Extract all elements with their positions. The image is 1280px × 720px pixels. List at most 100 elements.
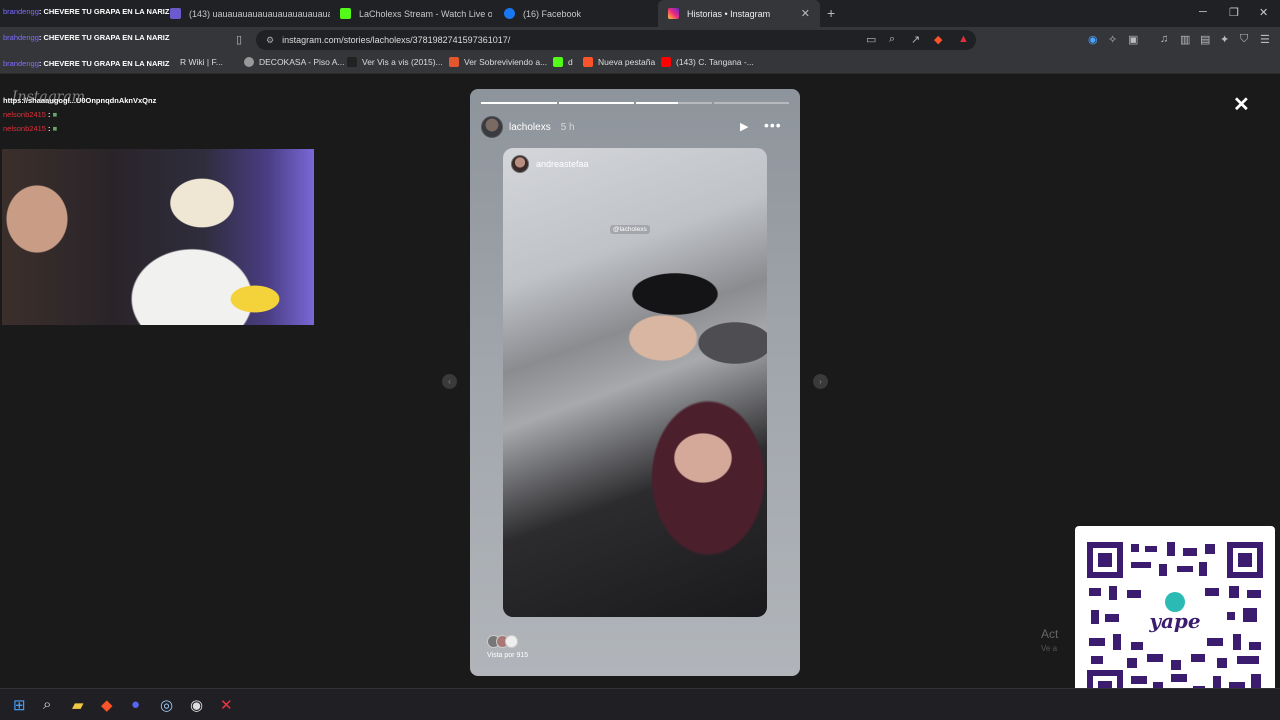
qr-code-icon: yape <box>1087 542 1263 706</box>
discord-icon[interactable]: ● <box>131 696 140 713</box>
tab-favicon-icon <box>170 8 181 19</box>
globe-icon <box>244 57 254 67</box>
bookmark-icon[interactable]: ▯ <box>236 33 242 46</box>
story-header: lacholexs 5 h <box>481 116 575 138</box>
file-explorer-icon[interactable]: ▰ <box>72 696 84 714</box>
progress-segment <box>713 102 789 104</box>
steam-icon[interactable]: ◎ <box>160 696 173 714</box>
site-info-icon[interactable]: ⚙ <box>266 35 274 46</box>
tab-facebook[interactable]: (16) Facebook <box>494 0 656 27</box>
close-window-icon[interactable]: ✕ <box>1259 6 1268 19</box>
sidebar-icon[interactable]: ▥ <box>1180 33 1190 46</box>
chat-message: nelsonb2415 : ■ <box>3 110 58 119</box>
url-text: instagram.com/stories/lacholexs/37819827… <box>282 35 511 45</box>
previous-story-button[interactable]: ‹ <box>442 374 457 389</box>
obs-icon[interactable]: ◉ <box>190 696 203 714</box>
bookmark-item[interactable]: d <box>553 57 573 67</box>
close-story-button[interactable]: ✕ <box>1233 92 1250 117</box>
view-count[interactable]: Vista por 915 <box>487 652 528 659</box>
chat-message: nelsonb2415 : ■ <box>3 124 58 133</box>
close-tab-icon[interactable]: ✕ <box>801 7 810 20</box>
tab-label: (143) uauauauauauauauauauauauauau <box>189 8 330 19</box>
story-progress <box>481 102 789 104</box>
share-icon[interactable]: ↗ <box>911 33 920 46</box>
next-story-button[interactable]: › <box>813 374 828 389</box>
bookmark-label: (143) C. Tangana -... <box>676 57 754 67</box>
extensions-icon[interactable]: ✧ <box>1108 33 1117 46</box>
svg-text:yape: yape <box>1148 609 1200 633</box>
facebook-icon <box>504 8 515 19</box>
story-username[interactable]: lacholexs <box>509 122 551 133</box>
restore-icon[interactable]: ❐ <box>1229 6 1239 19</box>
site-icon <box>449 57 459 67</box>
chat-username: nelsonb2415 <box>3 110 46 119</box>
windows-activation-title: Act <box>1041 627 1059 641</box>
bookmark-label: d <box>568 57 573 67</box>
emote-icon: ■ <box>52 124 58 133</box>
kick-icon <box>340 8 351 19</box>
bookmark-item[interactable]: Ver Sobreviviendo a... <box>449 57 547 67</box>
emote-icon: ■ <box>52 110 58 119</box>
search-icon[interactable]: ⌕ <box>43 696 51 713</box>
reshared-owner[interactable]: andreastefaa <box>511 155 589 173</box>
bookmark-item[interactable]: R Wiki | F... <box>180 57 223 67</box>
cast-icon[interactable]: ▭ <box>866 33 876 46</box>
chat-message: brandengg: CHEVERE TU GRAPA EN LA NARIZ <box>3 59 170 68</box>
chat-text: CHEVERE TU GRAPA EN LA NARIZ <box>43 7 170 16</box>
tab-kick-stream[interactable]: LaCholexs Stream - Watch Live on Kick <box>330 0 492 27</box>
bookmark-item[interactable]: Nueva pestaña <box>583 57 655 67</box>
mention-sticker[interactable]: @lacholexs <box>610 225 650 234</box>
minimize-icon[interactable]: ─ <box>1199 6 1207 18</box>
reshared-username: andreastefaa <box>536 159 589 169</box>
chat-text: CHEVERE TU GRAPA EN LA NARIZ <box>43 59 170 68</box>
tab-label: LaCholexs Stream - Watch Live on Kick <box>359 8 492 19</box>
wallet-icon[interactable]: ▤ <box>1200 33 1210 46</box>
chat-username: nelsonb2415 <box>3 124 46 133</box>
menu-icon[interactable]: ☰ <box>1260 33 1270 46</box>
instagram-watermark: Instagram <box>12 89 85 105</box>
bookmark-item[interactable]: (143) C. Tangana -... <box>661 57 754 67</box>
app-icon[interactable]: ✕ <box>220 696 233 714</box>
bookmarks-bar: R Wiki | F... DECOKASA - Piso A... Ver V… <box>0 53 1280 74</box>
more-options-icon[interactable]: ••• <box>764 117 782 133</box>
bookmark-label: Ver Vis a vis (2015)... <box>362 57 443 67</box>
brave-rewards-icon[interactable]: ▲ <box>958 33 969 45</box>
new-tab-button[interactable]: + <box>827 5 835 21</box>
tab-label: Historias • Instagram <box>687 8 771 19</box>
progress-segment-current <box>636 102 712 104</box>
tab-instagram[interactable]: Historias • Instagram ✕ <box>658 0 820 27</box>
play-icon[interactable]: ▶ <box>740 120 748 133</box>
bookmark-item[interactable]: Ver Vis a vis (2015)... <box>347 57 443 67</box>
leo-ai-icon[interactable]: ✦ <box>1220 33 1229 46</box>
youtube-icon <box>661 57 671 67</box>
screenshot-icon[interactable]: ▣ <box>1128 33 1138 46</box>
avatar <box>505 635 518 648</box>
bookmark-item[interactable]: DECOKASA - Piso A... <box>244 57 345 67</box>
bookmark-label: Nueva pestaña <box>598 57 656 67</box>
browser-toolbar: ▯ ⚙ instagram.com/stories/lacholexs/3781… <box>0 27 1280 53</box>
brave-shields-icon[interactable]: ◆ <box>934 33 942 46</box>
p-icon <box>347 57 357 67</box>
bookmark-label: DECOKASA - Piso A... <box>259 57 345 67</box>
bookmark-label: R Wiki | F... <box>180 57 223 67</box>
progress-segment <box>558 102 634 104</box>
windows-taskbar: ⊞ ⌕ ▰ ◆ ● ◎ ◉ ✕ <box>0 688 1280 720</box>
chat-message: brandengg: CHEVERE TU GRAPA EN LA NARIZ <box>3 7 170 16</box>
zoom-icon[interactable]: ⌕ <box>889 33 895 46</box>
instagram-icon <box>668 8 679 19</box>
viewer-avatars[interactable] <box>487 635 518 648</box>
chat-message: brahdengg: CHEVERE TU GRAPA EN LA NARIZ <box>3 33 170 42</box>
vpn-icon[interactable]: ⛉ <box>1240 33 1248 46</box>
music-icon[interactable]: ♫ <box>1160 33 1168 45</box>
brave-icon[interactable]: ◆ <box>101 696 113 714</box>
tab-kick-stream-1[interactable]: (143) uauauauauauauauauauauauauau <box>160 0 330 27</box>
avatar[interactable] <box>481 116 503 138</box>
streamer-webcam <box>2 149 314 325</box>
story-viewer[interactable]: lacholexs 5 h ▶ ••• andreastefaa @lachol… <box>470 89 800 676</box>
kick-icon <box>553 57 563 67</box>
audio-icon[interactable]: ◉ <box>1088 33 1098 46</box>
story-time: 5 h <box>560 121 575 133</box>
windows-start-icon[interactable]: ⊞ <box>13 696 26 714</box>
story-photo[interactable]: andreastefaa @lacholexs <box>503 148 767 617</box>
windows-activation-subtitle: Ve a <box>1041 644 1058 653</box>
